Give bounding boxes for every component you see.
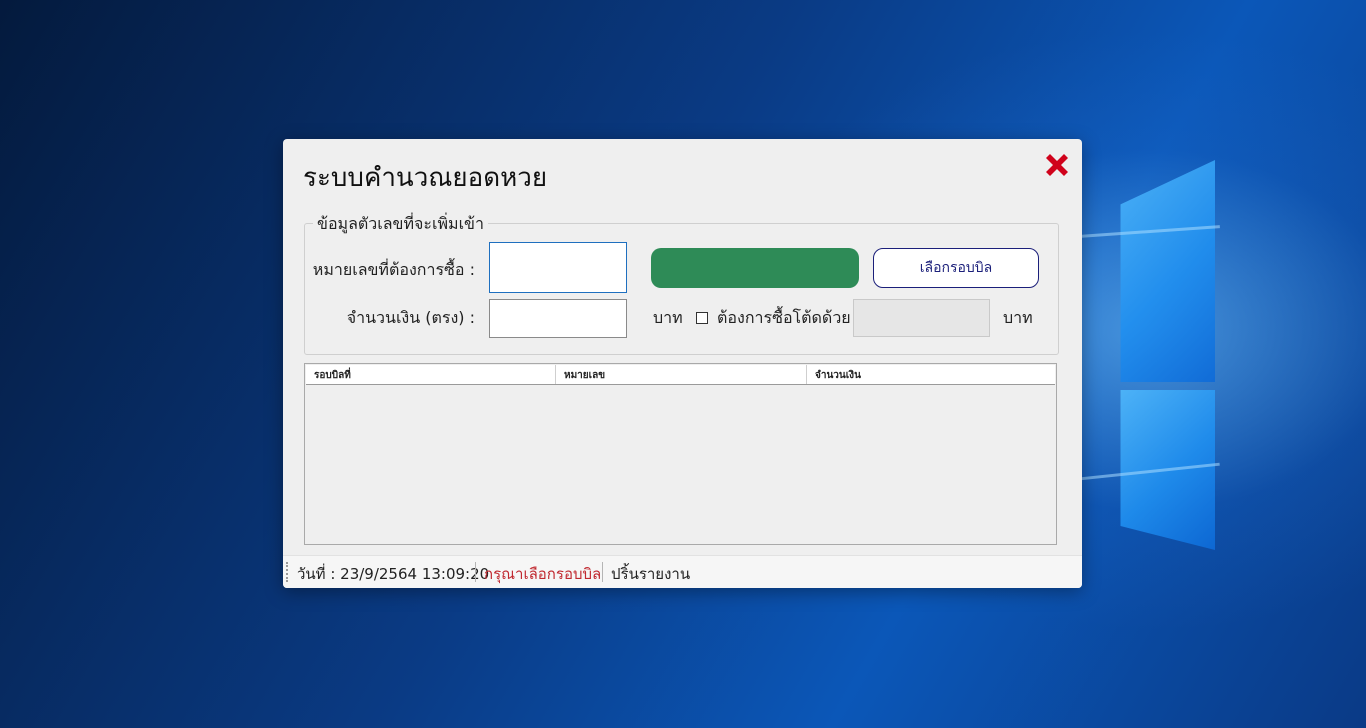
windows-logo-wallpaper [1080,150,1220,570]
lottery-calculator-window: ระบบคำนวณยอดหวย ข้อมูลตัวเลขที่จะเพิ่มเข… [283,139,1082,588]
amount-unit: บาท [653,308,683,327]
number-label: หมายเลขที่ต้องการซื้อ : [312,260,475,279]
print-report-button[interactable]: ปริ้นรายงาน [611,562,690,586]
number-input-box [489,242,627,293]
status-grip [286,562,290,582]
status-message: กรุณาเลือกรอบบิล [484,565,602,583]
select-round-button[interactable]: เลือกรอบบิล [873,248,1039,288]
status-separator [475,562,476,582]
logo-pane-top [1120,160,1215,382]
add-entry-button[interactable] [651,248,859,288]
status-datetime: วันที่ : 23/9/2564 13:09:20 [297,565,490,583]
number-input[interactable] [490,243,626,292]
amount-input-box [489,299,627,338]
toad-amount-input[interactable] [853,299,990,337]
group-title: ข้อมูลตัวเลขที่จะเพิ่มเข้า [313,212,488,237]
amount-input[interactable] [490,300,626,337]
number-entry-group: ข้อมูลตัวเลขที่จะเพิ่มเข้า หมายเลขที่ต้อ… [304,212,1059,355]
close-button[interactable] [1041,149,1073,181]
window-title: ระบบคำนวณยอดหวย [303,163,548,193]
column-header-number[interactable]: หมายเลข [556,365,807,384]
amount-label: จำนวนเงิน (ตรง) : [346,308,475,327]
entries-grid[interactable]: รอบบิลที่ หมายเลข จำนวนเงิน [304,363,1057,545]
grid-header: รอบบิลที่ หมายเลข จำนวนเงิน [306,365,1055,385]
toad-checkbox[interactable] [696,312,708,324]
toad-unit: บาท [1003,308,1033,327]
close-x-icon [1046,154,1068,176]
column-header-amount[interactable]: จำนวนเงิน [807,365,1055,384]
toad-checkbox-label[interactable]: ต้องการซื้อโต้ดด้วย [717,306,851,331]
status-separator [602,562,603,582]
status-bar: วันที่ : 23/9/2564 13:09:20 กรุณาเลือกรอ… [283,555,1082,588]
column-header-round[interactable]: รอบบิลที่ [306,365,556,384]
